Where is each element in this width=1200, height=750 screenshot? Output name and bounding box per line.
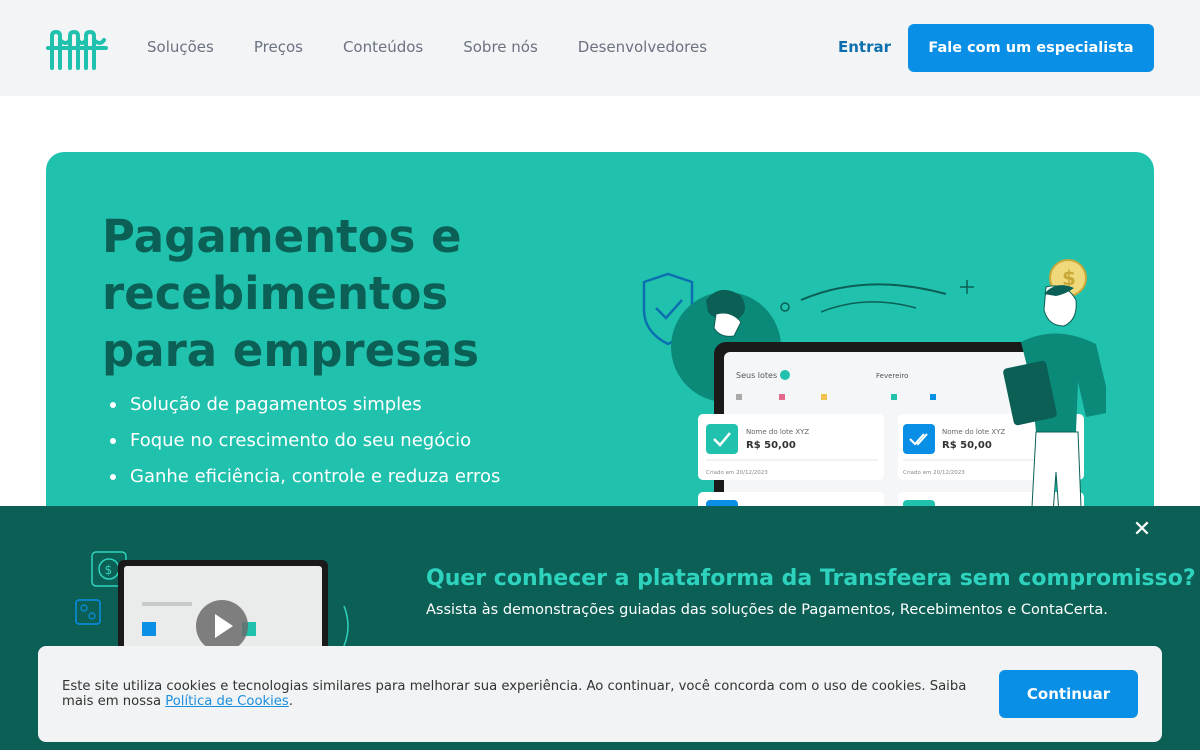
nav-item-sobre-nos[interactable]: Sobre nós: [463, 38, 538, 56]
decor-circle-icon: [780, 302, 790, 312]
transfeera-logo-icon[interactable]: [46, 28, 108, 70]
nav-item-conteudos[interactable]: Conteúdos: [343, 38, 423, 56]
decor-arc-icon: [820, 301, 917, 313]
close-icon[interactable]: ✕: [1130, 518, 1154, 542]
lot-card-value: R$ 50,00: [942, 440, 992, 451]
lot-card-value: R$ 50,00: [746, 440, 796, 451]
site-header: Soluções Preços Conteúdos Sobre nós Dese…: [0, 0, 1200, 96]
cookie-suffix: .: [288, 694, 293, 709]
main-nav: Soluções Preços Conteúdos Sobre nós Dese…: [147, 38, 747, 56]
promo-subtitle: Assista às demonstrações guiadas das sol…: [426, 602, 1108, 618]
svg-text:$: $: [105, 563, 113, 577]
cookie-policy-link[interactable]: Política de Cookies: [165, 694, 289, 709]
login-link[interactable]: Entrar: [838, 38, 891, 56]
nav-item-desenvolvedores[interactable]: Desenvolvedores: [578, 38, 707, 56]
talk-to-specialist-button[interactable]: Fale com um especialista: [908, 24, 1154, 72]
lots-title: Seus lotes: [736, 371, 777, 380]
hero-bullets: Solução de pagamentos simples Foque no c…: [108, 390, 500, 498]
promo-title: Quer conhecer a plataforma da Transfeera…: [426, 566, 1196, 591]
cookie-text: Este site utiliza cookies e tecnologias …: [62, 679, 982, 709]
hero-bullet: Ganhe eficiência, controle e reduza erro…: [108, 462, 500, 498]
continue-button[interactable]: Continuar: [999, 670, 1138, 718]
lot-card-name: Nome do lote XYZ: [746, 428, 809, 436]
lot-card-date: Criado em 20/12/2023: [706, 470, 768, 476]
demo-video-illustration: $: [75, 551, 349, 656]
hero-title: Pagamentos e recebimentos para empresas: [102, 210, 480, 377]
play-video-icon[interactable]: [196, 600, 248, 652]
hero-bullet: Foque no crescimento do seu negócio: [108, 426, 500, 462]
settings-icon: [75, 599, 101, 625]
cookie-consent-bar: Este site utiliza cookies e tecnologias …: [38, 646, 1162, 742]
sparkle-icon: [960, 280, 974, 294]
nav-item-precos[interactable]: Preços: [254, 38, 303, 56]
nav-item-solucoes[interactable]: Soluções: [147, 38, 214, 56]
lot-card[interactable]: Nome do lote XYZ R$ 50,00 Criado em 20/1…: [698, 414, 884, 480]
month-filter[interactable]: Fevereiro: [876, 372, 908, 380]
hero-bullet: Solução de pagamentos simples: [108, 390, 500, 426]
lot-card-date: Criado em 20/12/2023: [903, 470, 965, 476]
decor-arc-icon: [800, 283, 947, 301]
lot-card-name: Nome do lote XYZ: [942, 428, 1005, 436]
